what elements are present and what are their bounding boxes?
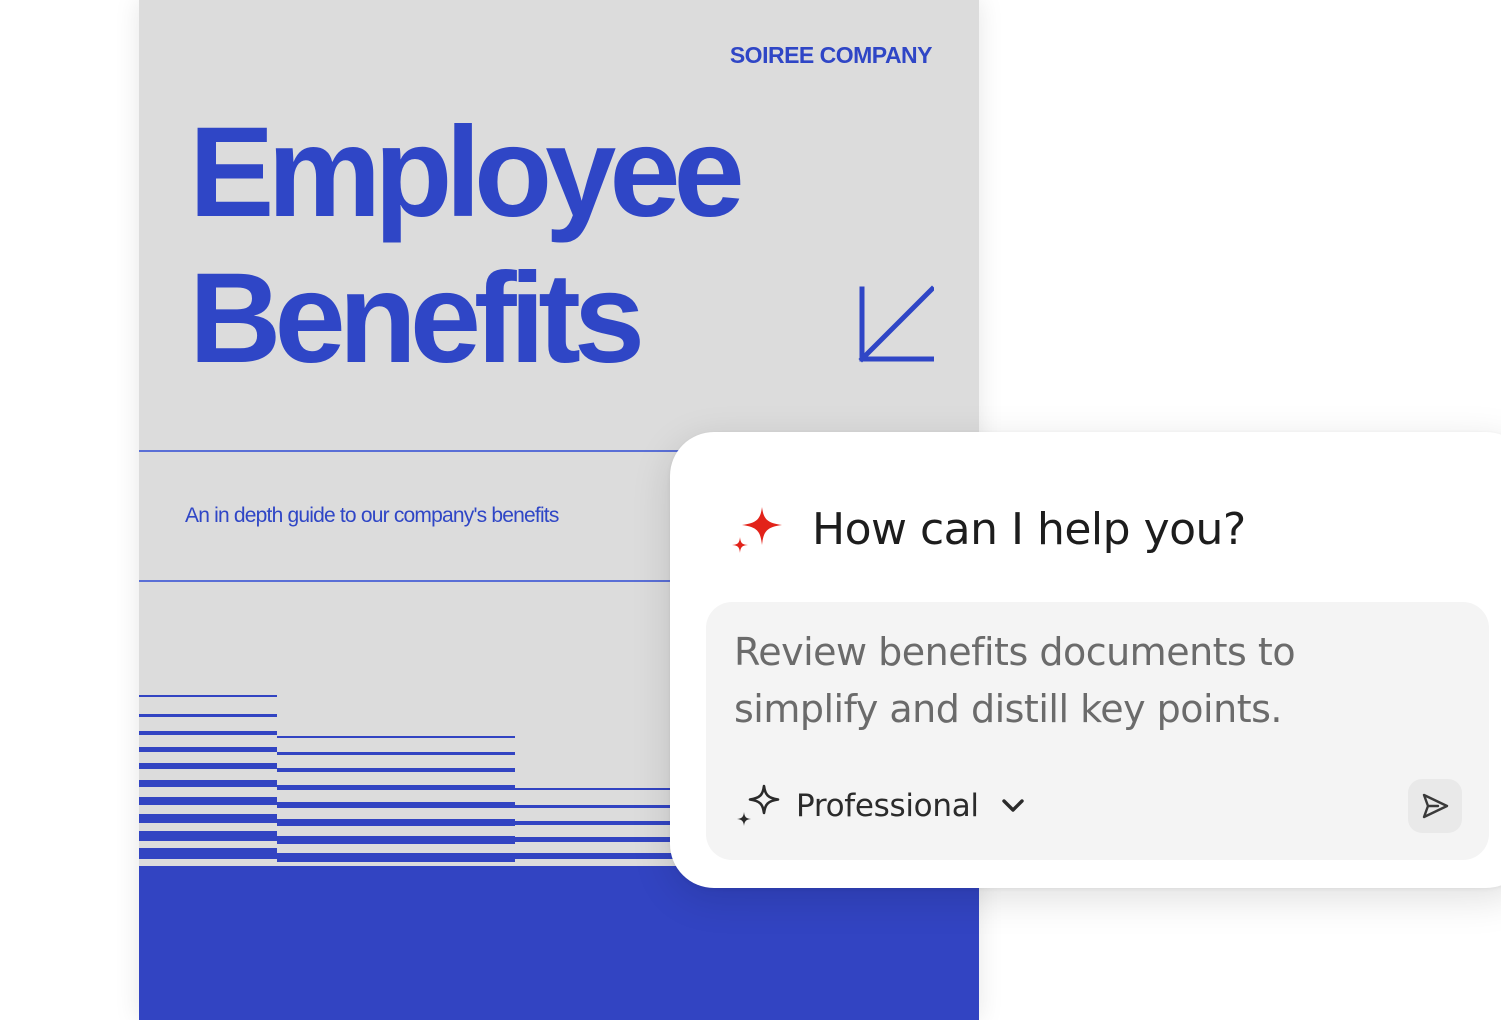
company-name: SOIREE COMPANY [729,42,933,68]
tone-sparkle-icon [737,784,780,826]
assistant-card: How can I help you? Review benefits docu… [670,432,1501,888]
title-line-1: Employee [189,101,745,244]
tone-label: Professional [796,788,979,824]
title-line-2: Benefits [189,247,645,390]
document-subtitle: An in depth guide to our company's benef… [185,504,559,527]
cover-blue-block [139,866,979,1020]
chevron-down-icon [1002,799,1024,812]
document-title: Employee Benefits [189,100,745,392]
prompt-input[interactable]: Review benefits documents to simplify an… [706,602,1489,860]
screen: SOIREE COMPANY Employee Benefits An in d… [0,0,1501,1020]
assistant-heading: How can I help you? [812,504,1246,555]
send-button[interactable] [1408,779,1462,833]
prompt-text[interactable]: Review benefits documents to simplify an… [734,624,1354,738]
arrow-down-left-icon [858,285,934,363]
tone-dropdown[interactable]: Professional [734,780,1029,832]
send-icon [1422,793,1449,819]
sparkle-icon [732,507,782,553]
